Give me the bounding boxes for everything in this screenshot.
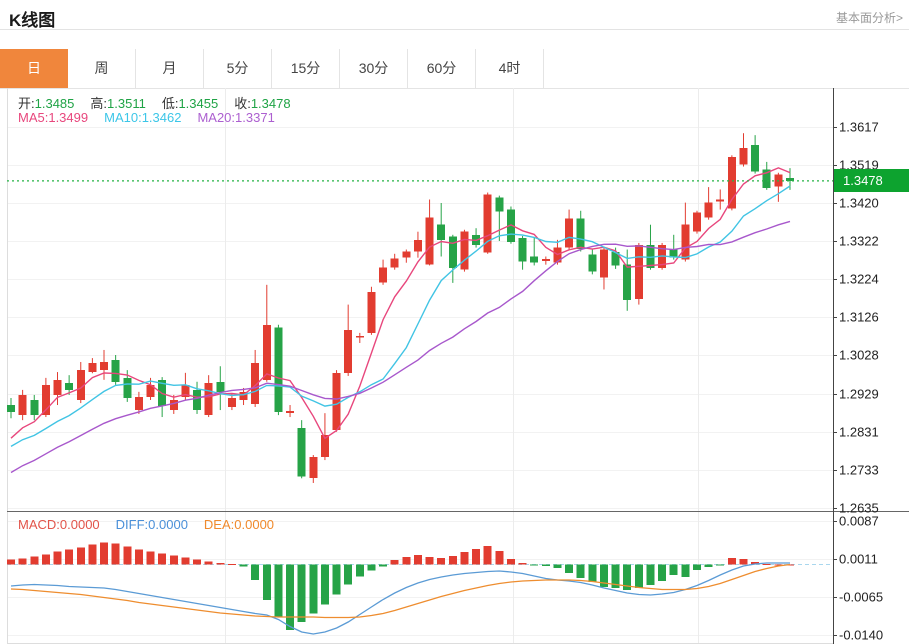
legend-label: MACD: [18, 517, 60, 532]
legend-label: 收: [234, 96, 251, 111]
legend-item: MACD:0.0000 [18, 517, 100, 532]
axis-tick-label: -0.0065 [839, 590, 883, 605]
legend-value: 1.3462 [142, 110, 182, 125]
tab-60min[interactable]: 60分 [408, 49, 476, 88]
legend-item: MA5:1.3499 [18, 110, 88, 125]
legend-value: 0.0000 [234, 517, 274, 532]
legend-label: DEA: [204, 517, 234, 532]
legend-item: DEA:0.0000 [204, 517, 274, 532]
tab-month[interactable]: 月 [136, 49, 204, 88]
axis-tick-label: 0.0011 [839, 552, 878, 567]
legend-value: 0.0000 [60, 517, 100, 532]
macd-legend: MACD:0.0000DIFF:0.0000DEA:0.0000 [18, 517, 290, 532]
legend-label: MA5: [18, 110, 48, 125]
legend-item: 高:1.3511 [90, 96, 145, 111]
axis-tick-label: 0.0087 [839, 514, 879, 529]
tab-week[interactable]: 周 [68, 49, 136, 88]
axis-tick-label: 1.2733 [839, 463, 879, 478]
macd-layer [7, 543, 794, 635]
legend-value: 1.3455 [178, 96, 218, 111]
axis-tick-label: 1.3224 [839, 272, 879, 287]
legend-label: DIFF: [116, 517, 149, 532]
legend-value: 1.3485 [35, 96, 75, 111]
legend-value: 1.3478 [251, 96, 291, 111]
ma-lines-layer [11, 168, 790, 473]
current-price-badge: 1.3478 [834, 169, 909, 192]
legend-item: DIFF:0.0000 [116, 517, 188, 532]
ma-legend: MA5:1.3499 MA10:1.3462 MA20:1.3371 [18, 110, 291, 125]
legend-label: 低: [162, 96, 179, 111]
legend-item: MA20:1.3371 [197, 110, 274, 125]
tab-day[interactable]: 日 [0, 49, 68, 88]
legend-item: MA10:1.3462 [104, 110, 181, 125]
tab-4hour[interactable]: 4时 [476, 49, 544, 88]
axis-tick-label: 1.3617 [839, 120, 879, 135]
axis-tick-label: -0.0140 [839, 628, 883, 643]
legend-label: MA20: [197, 110, 235, 125]
tab-15min[interactable]: 15分 [272, 49, 340, 88]
ma10-line [11, 186, 790, 446]
axis-tick-label: 1.3420 [839, 196, 879, 211]
legend-label: MA10: [104, 110, 142, 125]
legend-value: 0.0000 [148, 517, 188, 532]
ma20-line [11, 221, 790, 472]
legend-item: 低:1.3455 [162, 96, 218, 111]
kline-page: { "header": { "title": "K线图", "link": "基… [0, 0, 909, 644]
axis-tick-label: 1.2929 [839, 387, 879, 402]
candles-layer [7, 133, 794, 483]
tab-5min[interactable]: 5分 [204, 49, 272, 88]
tab-30min[interactable]: 30分 [340, 49, 408, 88]
legend-label: 开: [18, 96, 35, 111]
legend-item: 开:1.3485 [18, 96, 74, 111]
axis-tick-label: 1.3322 [839, 234, 879, 249]
legend-value: 1.3499 [48, 110, 88, 125]
legend-label: 高: [90, 96, 107, 111]
kline-chart-canvas[interactable]: 1.36171.35191.34201.33221.32241.31261.30… [0, 88, 909, 644]
axis-tick-label: 1.3028 [839, 348, 879, 363]
legend-value: 1.3511 [107, 96, 146, 111]
fundamental-analysis-link[interactable]: 基本面分析> [836, 9, 903, 26]
axis-tick-label: 1.2831 [839, 425, 879, 440]
period-tabbar: 日周月5分15分30分60分4时 [0, 49, 909, 89]
page-title: K线图 [9, 6, 55, 31]
legend-item: 收:1.3478 [234, 96, 290, 111]
legend-value: 1.3371 [235, 110, 275, 125]
axis-tick-label: 1.3126 [839, 310, 879, 325]
page-header: K线图 基本面分析> [0, 0, 909, 30]
